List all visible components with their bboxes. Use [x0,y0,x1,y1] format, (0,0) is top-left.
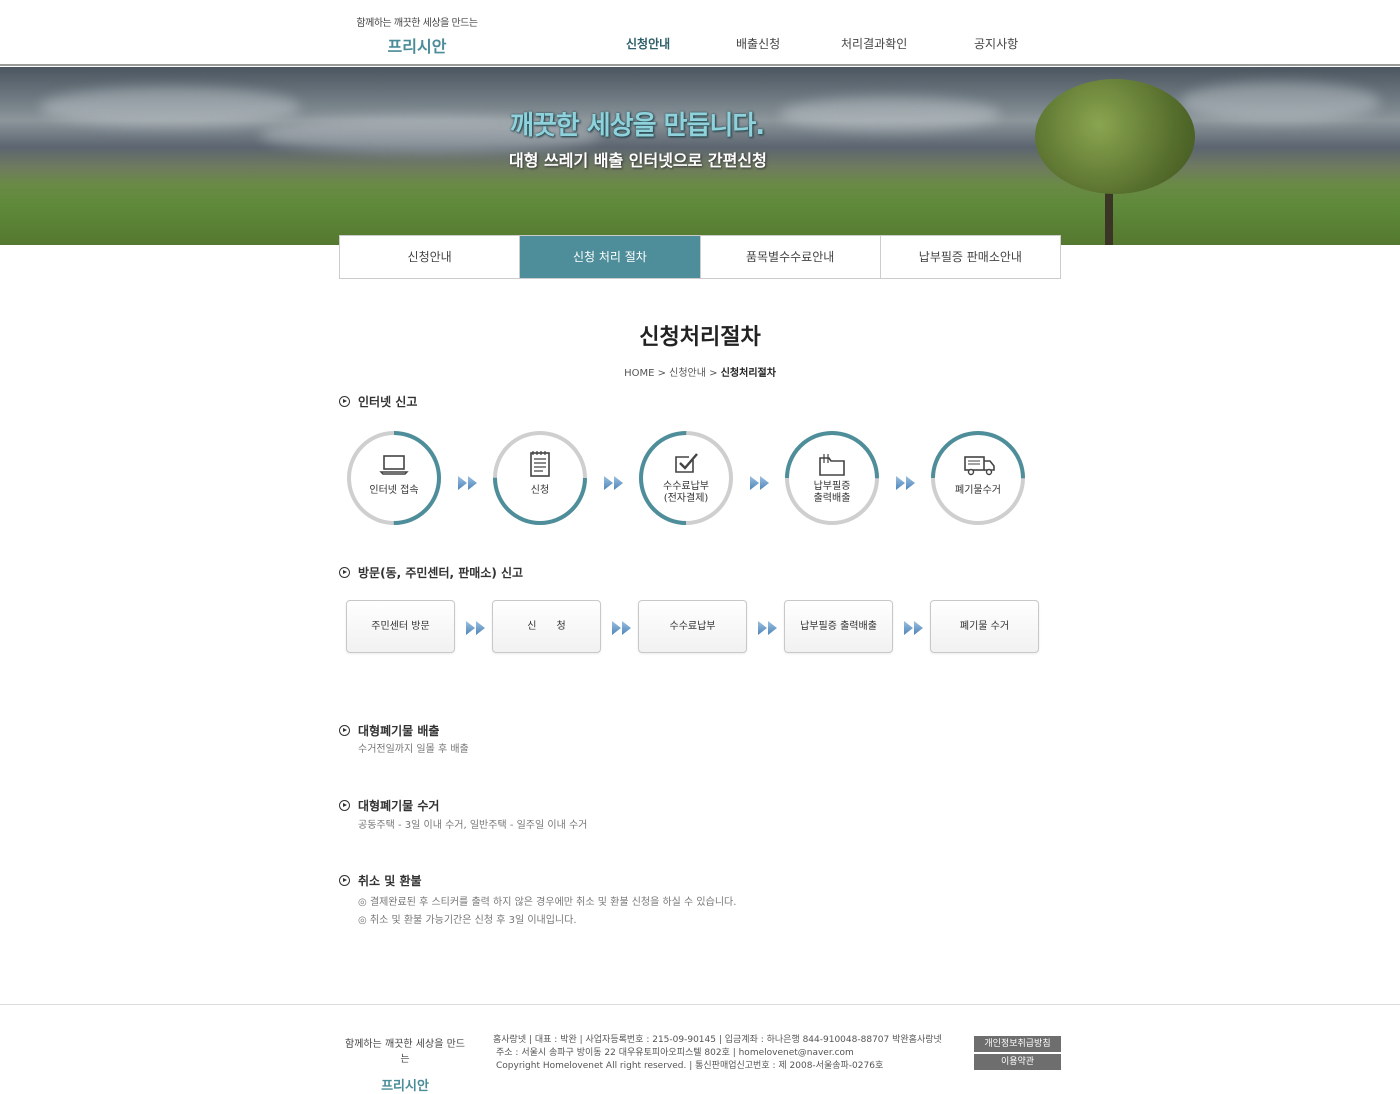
section-heading-label: 대형폐기물 수거 [358,799,440,813]
circle-arrow-icon [339,800,350,811]
internet-step-circle: 폐기물수거 [930,430,1026,526]
section-heading: 인터넷 신고 [339,393,417,410]
visit-step-box: 수수료납부 [638,600,747,653]
step-label: 납부필증 출력배출 [813,481,851,504]
banner-subtitle: 대형 쓰레기 배출 인터넷으로 간편신청 [509,151,767,170]
visit-step-box: 폐기물 수거 [930,600,1039,653]
double-arrow-icon [604,475,624,490]
section-heading-label: 대형폐기물 배출 [358,724,440,738]
section-description: ◎ 결제완료된 후 스티커를 출력 하지 않은 경우에만 취소 및 환불 신청을… [358,894,736,930]
double-arrow-icon [750,475,770,490]
breadcrumb-separator: > [709,368,721,379]
description-line: 공동주택 - 3일 이내 수거, 일반주택 - 일주일 이내 수거 [358,820,588,831]
internet-step-circle: 인터넷 접속 [346,430,442,526]
footer-logo: 함께하는 깨끗한 세상을 만드는 프리시안 [345,1035,465,1094]
document-icon [525,450,555,478]
step-label: 신청 [530,485,550,496]
main-nav: 신청안내 배출신청 처리결과확인 공지사항 [0,35,1400,51]
sub-tabs: 신청안내 신청 처리 절차 품목별수수료안내 납부필증 판매소안내 [339,235,1061,279]
footer-company-info: 홈사랑넷 | 대표 : 박완 | 사업자등록번호 : 215-09-90145 … [493,1034,942,1073]
internet-step-circle: 신청 [492,430,588,526]
breadcrumb-separator: > [657,368,670,379]
visit-step-box: 주민센터 방문 [346,600,455,653]
step-label: 폐기물수거 [955,485,1001,496]
page-title: 신청처리절차 [639,325,761,350]
double-arrow-icon [458,475,478,490]
breadcrumb-current: 신청처리절차 [720,368,776,379]
footer-name: 프리시안 [381,1079,429,1094]
section-heading-label: 취소 및 환불 [358,874,422,888]
progress-ring [931,431,1025,525]
double-arrow-icon [758,620,778,635]
circle-arrow-icon [339,567,350,578]
cloud-shape [1180,82,1380,122]
footer-tagline: 함께하는 깨끗한 세상을 만드는 [345,1039,465,1065]
internet-step-circle: 수수료납부 (전자결제) [638,430,734,526]
progress-ring [493,431,587,525]
hero-banner: 깨끗한 세상을 만듭니다. 대형 쓰레기 배출 인터넷으로 간편신청 [0,67,1400,245]
nav-item-notice[interactable]: 공지사항 [974,35,1018,52]
tab-process[interactable]: 신청 처리 절차 [520,236,701,278]
tab-application-guide[interactable]: 신청안내 [340,236,521,278]
section-description: 수거전일까지 일몰 후 배출 [358,741,469,759]
laptop-icon [379,450,409,478]
nav-item-application-guide[interactable]: 신청안내 [626,35,670,52]
progress-ring [347,431,441,525]
section-heading-label: 방문(동, 주민센터, 판매소) 신고 [358,566,524,580]
double-arrow-icon [904,620,924,635]
banner-title: 깨끗한 세상을 만듭니다. [510,111,765,141]
progress-ring [639,431,733,525]
section-heading: 방문(동, 주민센터, 판매소) 신고 [339,564,523,581]
circle-arrow-icon [339,396,350,407]
step-label: 수수료납부 (전자결제) [663,481,709,504]
tab-fee-guide[interactable]: 품목별수수료안내 [701,236,881,278]
logo-tagline: 함께하는 깨끗한 세상을 만드는 [356,18,478,29]
truck-icon [963,450,995,478]
privacy-policy-button[interactable]: 개인정보취급방침 [974,1036,1061,1052]
circle-arrow-icon [339,875,350,886]
double-arrow-icon [612,620,632,635]
site-header: 함께하는 깨끗한 세상을 만드는 프리시안 신청안내 배출신청 처리결과확인 공… [0,0,1400,66]
circle-arrow-icon [339,725,350,736]
tab-sticker-shops[interactable]: 납부필증 판매소안내 [881,236,1060,278]
nav-item-result-check[interactable]: 처리결과확인 [841,35,907,52]
internet-step-circle: 납부필증 출력배출 [784,430,880,526]
step-label: 인터넷 접속 [369,485,419,496]
description-line: ◎ 결제완료된 후 스티커를 출력 하지 않은 경우에만 취소 및 환불 신청을… [358,897,737,908]
description-line: 수거전일까지 일몰 후 배출 [358,744,469,755]
double-arrow-icon [466,620,486,635]
section-heading-label: 인터넷 신고 [358,395,418,409]
progress-ring [785,431,879,525]
footer-info-line: Copyright Homelovenet All right reserved… [496,1061,884,1071]
visit-step-box: 신 청 [492,600,601,653]
breadcrumb-parent[interactable]: 신청안내 [669,368,706,379]
check-icon [671,450,701,478]
section-heading: 대형폐기물 배출 [339,722,439,739]
nav-item-disposal-request[interactable]: 배출신청 [736,35,780,52]
footer-info-line: 홈사랑넷 | 대표 : 박완 | 사업자등록번호 : 215-09-90145 … [493,1035,942,1045]
folder-icon [817,450,847,478]
visit-step-box: 납부필증 출력배출 [784,600,893,653]
terms-button[interactable]: 이용약관 [974,1054,1061,1070]
section-heading: 대형폐기물 수거 [339,797,439,814]
section-description: 공동주택 - 3일 이내 수거, 일반주택 - 일주일 이내 수거 [358,817,587,835]
breadcrumb-home[interactable]: HOME [624,368,654,379]
footer-info-line: 주소 : 서울시 송파구 방이동 22 대우유토피아오피스텔 802호 | ho… [496,1048,854,1058]
cloud-shape [780,97,1000,131]
description-line: ◎ 취소 및 환불 가능기간은 신청 후 3일 이내입니다. [358,915,577,926]
site-footer: 함께하는 깨끗한 세상을 만드는 프리시안 홈사랑넷 | 대표 : 박완 | 사… [0,1004,1400,1094]
section-heading: 취소 및 환불 [339,872,422,889]
double-arrow-icon [896,475,916,490]
breadcrumb: HOME > 신청안내 > 신청처리절차 [0,364,1400,379]
cloud-shape [40,87,300,127]
tree-crown [1035,79,1195,194]
